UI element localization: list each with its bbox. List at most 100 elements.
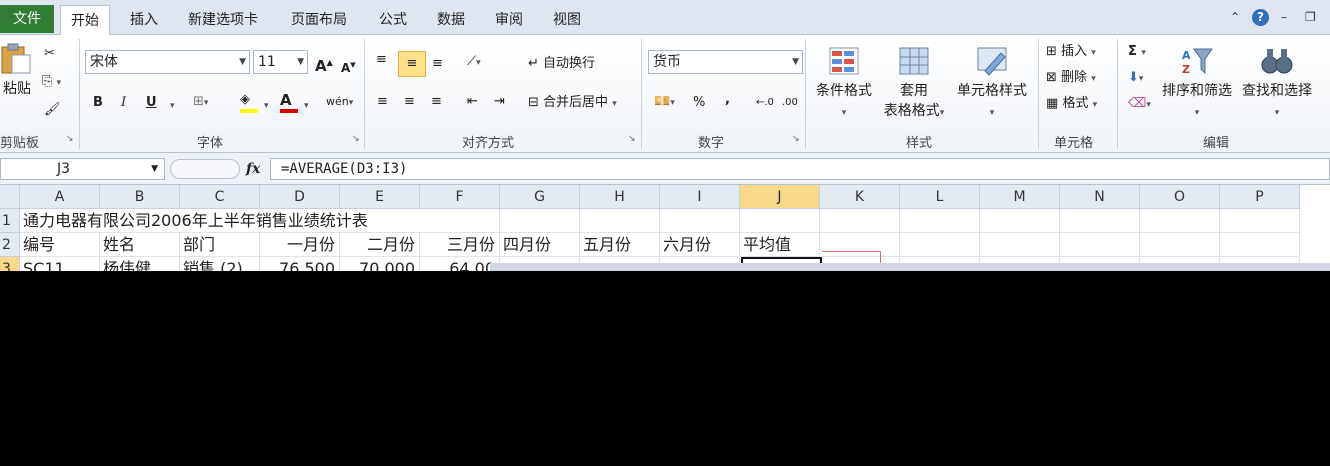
select-all-corner[interactable] [0,185,20,209]
format-cells-button[interactable]: ▦ 格式 ▾ [1046,95,1097,114]
column-header-e[interactable]: E [340,185,420,209]
column-header-l[interactable]: L [900,185,980,209]
cell-n1[interactable] [1060,209,1140,233]
alignment-launcher-icon[interactable]: ↘ [628,134,636,144]
phonetic-button[interactable]: wén▾ [326,93,353,112]
cut-icon[interactable]: ✂ [44,45,55,63]
tab-insert[interactable]: 插入 [130,5,158,35]
tab-page-layout[interactable]: 页面布局 [291,5,347,35]
chevron-down-icon[interactable]: ▾ [304,97,309,115]
cell-e2[interactable]: 二月份 [340,233,420,257]
tab-file[interactable]: 文件 [0,5,54,33]
tab-review[interactable]: 审阅 [495,5,523,35]
column-header-b[interactable]: B [100,185,180,209]
fill-icon[interactable]: ⬇▾ [1128,69,1143,88]
horizontal-scrollbar[interactable] [490,263,1330,271]
column-header-k[interactable]: K [820,185,900,209]
format-as-table-button[interactable]: 套用 表格格式▾ [878,45,950,123]
tab-home[interactable]: 开始 [60,5,110,36]
column-header-h[interactable]: H [580,185,660,209]
cell-l2[interactable] [900,233,980,257]
cell-b2[interactable]: 姓名 [100,233,180,257]
cell-j2[interactable]: 平均值 [740,233,820,257]
cell-f3[interactable]: 64,00 [420,257,500,271]
shrink-font-button[interactable]: A▼ [341,56,356,77]
cell-f1[interactable] [420,209,500,233]
paste-button[interactable]: 粘贴 [0,43,34,99]
column-header-j[interactable]: J [740,185,820,209]
grow-font-button[interactable]: A▲ [315,54,333,75]
cell-a1[interactable]: 通力电器有限公司2006年上半年销售业绩统计表 [20,209,368,233]
find-select-button[interactable]: 查找和选择 ▾ [1238,45,1316,123]
increase-indent-icon[interactable]: ⇥ [494,93,505,111]
number-format-select[interactable]: 货币 ▼ [648,50,803,74]
cell-c3[interactable]: 销售 (2) [180,257,260,271]
row-header[interactable]: 1 [0,209,20,233]
cell-h2[interactable]: 五月份 [580,233,660,257]
align-left-icon[interactable]: ≡ [377,93,388,111]
cell-k1[interactable] [820,209,900,233]
cell-styles-button[interactable]: 单元格样式 ▾ [953,45,1031,123]
column-header-a[interactable]: A [20,185,100,209]
column-header-o[interactable]: O [1140,185,1220,209]
clipboard-launcher-icon[interactable]: ↘ [66,134,74,144]
merge-center-button[interactable]: ⊟ 合并后居中 ▾ [528,94,617,113]
cell-o1[interactable] [1140,209,1220,233]
column-header-i[interactable]: I [660,185,740,209]
wrap-text-button[interactable]: ↵ 自动换行 [528,55,595,73]
underline-button[interactable]: U [146,94,157,112]
cell-n2[interactable] [1060,233,1140,257]
formula-bar-splitter[interactable] [170,159,240,179]
column-header-p[interactable]: P [1220,185,1300,209]
cell-d2[interactable]: 一月份 [260,233,340,257]
autosum-button[interactable]: Σ ▾ [1128,43,1146,62]
increase-decimal-icon[interactable]: ←.0 [756,94,774,112]
align-bottom-icon[interactable]: ≡ [432,55,443,73]
cell-d3[interactable]: 76,500 [260,257,340,271]
font-launcher-icon[interactable]: ↘ [352,134,360,144]
decrease-decimal-icon[interactable]: .00 [782,94,798,112]
cell-c2[interactable]: 部门 [180,233,260,257]
column-header-c[interactable]: C [180,185,260,209]
cell-p1[interactable] [1220,209,1300,233]
tab-view[interactable]: 视图 [553,5,581,35]
conditional-format-button[interactable]: 条件格式 ▾ [812,45,876,123]
collapse-ribbon-icon[interactable]: ⌃ [1230,10,1240,24]
cell-g1[interactable] [500,209,580,233]
row-header[interactable]: 3 [0,257,20,271]
tab-data[interactable]: 数据 [437,5,465,35]
cell-a2[interactable]: 编号 [20,233,100,257]
cell-e3[interactable]: 70,000 [340,257,420,271]
cell-g2[interactable]: 四月份 [500,233,580,257]
tab-new-tab[interactable]: 新建选项卡 [188,5,258,35]
format-painter-icon[interactable]: 🖌 [44,101,61,119]
cell-m2[interactable] [980,233,1060,257]
align-top-icon[interactable]: ≡ [376,51,387,69]
italic-button[interactable]: I [121,94,126,112]
fill-color-button[interactable]: ◈ [240,91,258,113]
restore-icon[interactable]: ❐ [1305,10,1316,24]
name-box[interactable]: J3 ▼ [0,158,165,180]
number-launcher-icon[interactable]: ↘ [792,134,800,144]
column-header-f[interactable]: F [420,185,500,209]
formula-input[interactable]: =AVERAGE(D3:I3) [270,158,1330,180]
cell-f2[interactable]: 三月份 [420,233,500,257]
font-color-button[interactable]: A [280,91,298,113]
row-header[interactable]: 2 [0,233,20,257]
column-header-n[interactable]: N [1060,185,1140,209]
percent-button[interactable]: % [693,94,705,112]
cell-j1[interactable] [740,209,820,233]
currency-icon[interactable]: 💴▾ [654,93,675,112]
chevron-down-icon[interactable]: ▾ [170,97,175,115]
bold-button[interactable]: B [93,94,103,112]
help-icon[interactable]: ? [1252,9,1269,26]
cell-p2[interactable] [1220,233,1300,257]
minimize-icon[interactable]: – [1281,10,1287,24]
column-header-m[interactable]: M [980,185,1060,209]
insert-function-icon[interactable]: fx [246,161,260,177]
column-header-d[interactable]: D [260,185,340,209]
orientation-icon[interactable]: ⟋▾ [467,53,481,72]
comma-button[interactable]: , [725,91,730,109]
chevron-down-icon[interactable]: ▾ [264,97,269,115]
cell-i1[interactable] [660,209,740,233]
